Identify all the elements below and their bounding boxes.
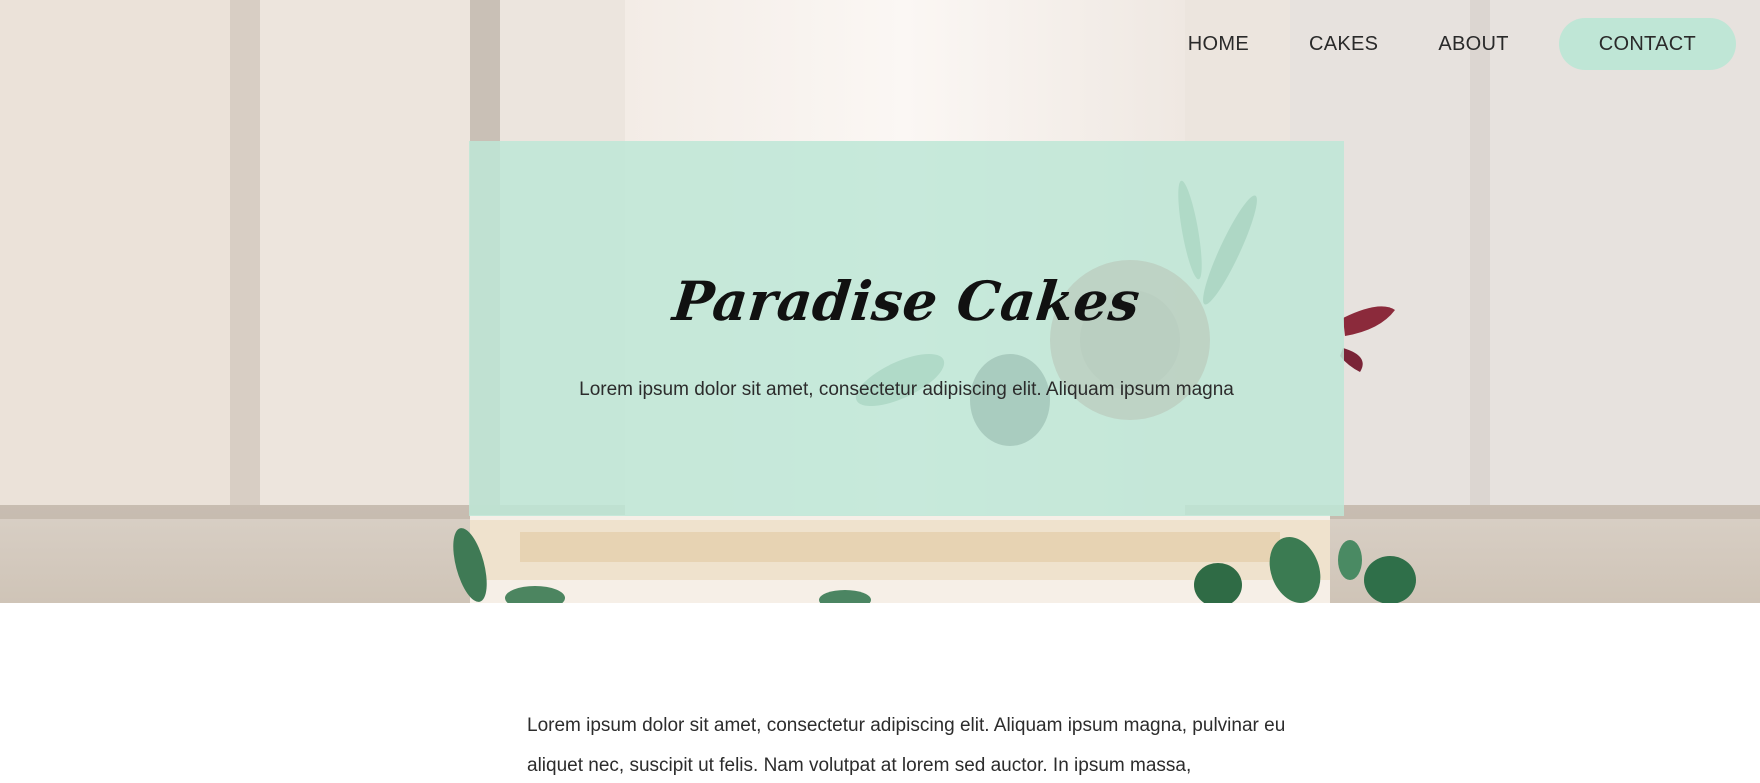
hero-card: Paradise Cakes Lorem ipsum dolor sit ame… [469,141,1344,516]
nav-item-about[interactable]: ABOUT [1438,33,1508,56]
nav-item-cakes[interactable]: CAKES [1309,33,1378,56]
hero-title: Paradise Cakes [669,269,1144,333]
hero-section: HOME CAKES ABOUT CONTACT Paradise Cakes … [0,0,1760,603]
nav-item-home[interactable]: HOME [1188,33,1249,56]
main-nav: HOME CAKES ABOUT CONTACT [1188,18,1736,70]
hero-subtitle: Lorem ipsum dolor sit amet, consectetur … [579,379,1234,400]
page: HOME CAKES ABOUT CONTACT Paradise Cakes … [0,0,1760,783]
intro-paragraph: Lorem ipsum dolor sit amet, consectetur … [527,715,1286,776]
contact-button[interactable]: CONTACT [1558,18,1736,70]
